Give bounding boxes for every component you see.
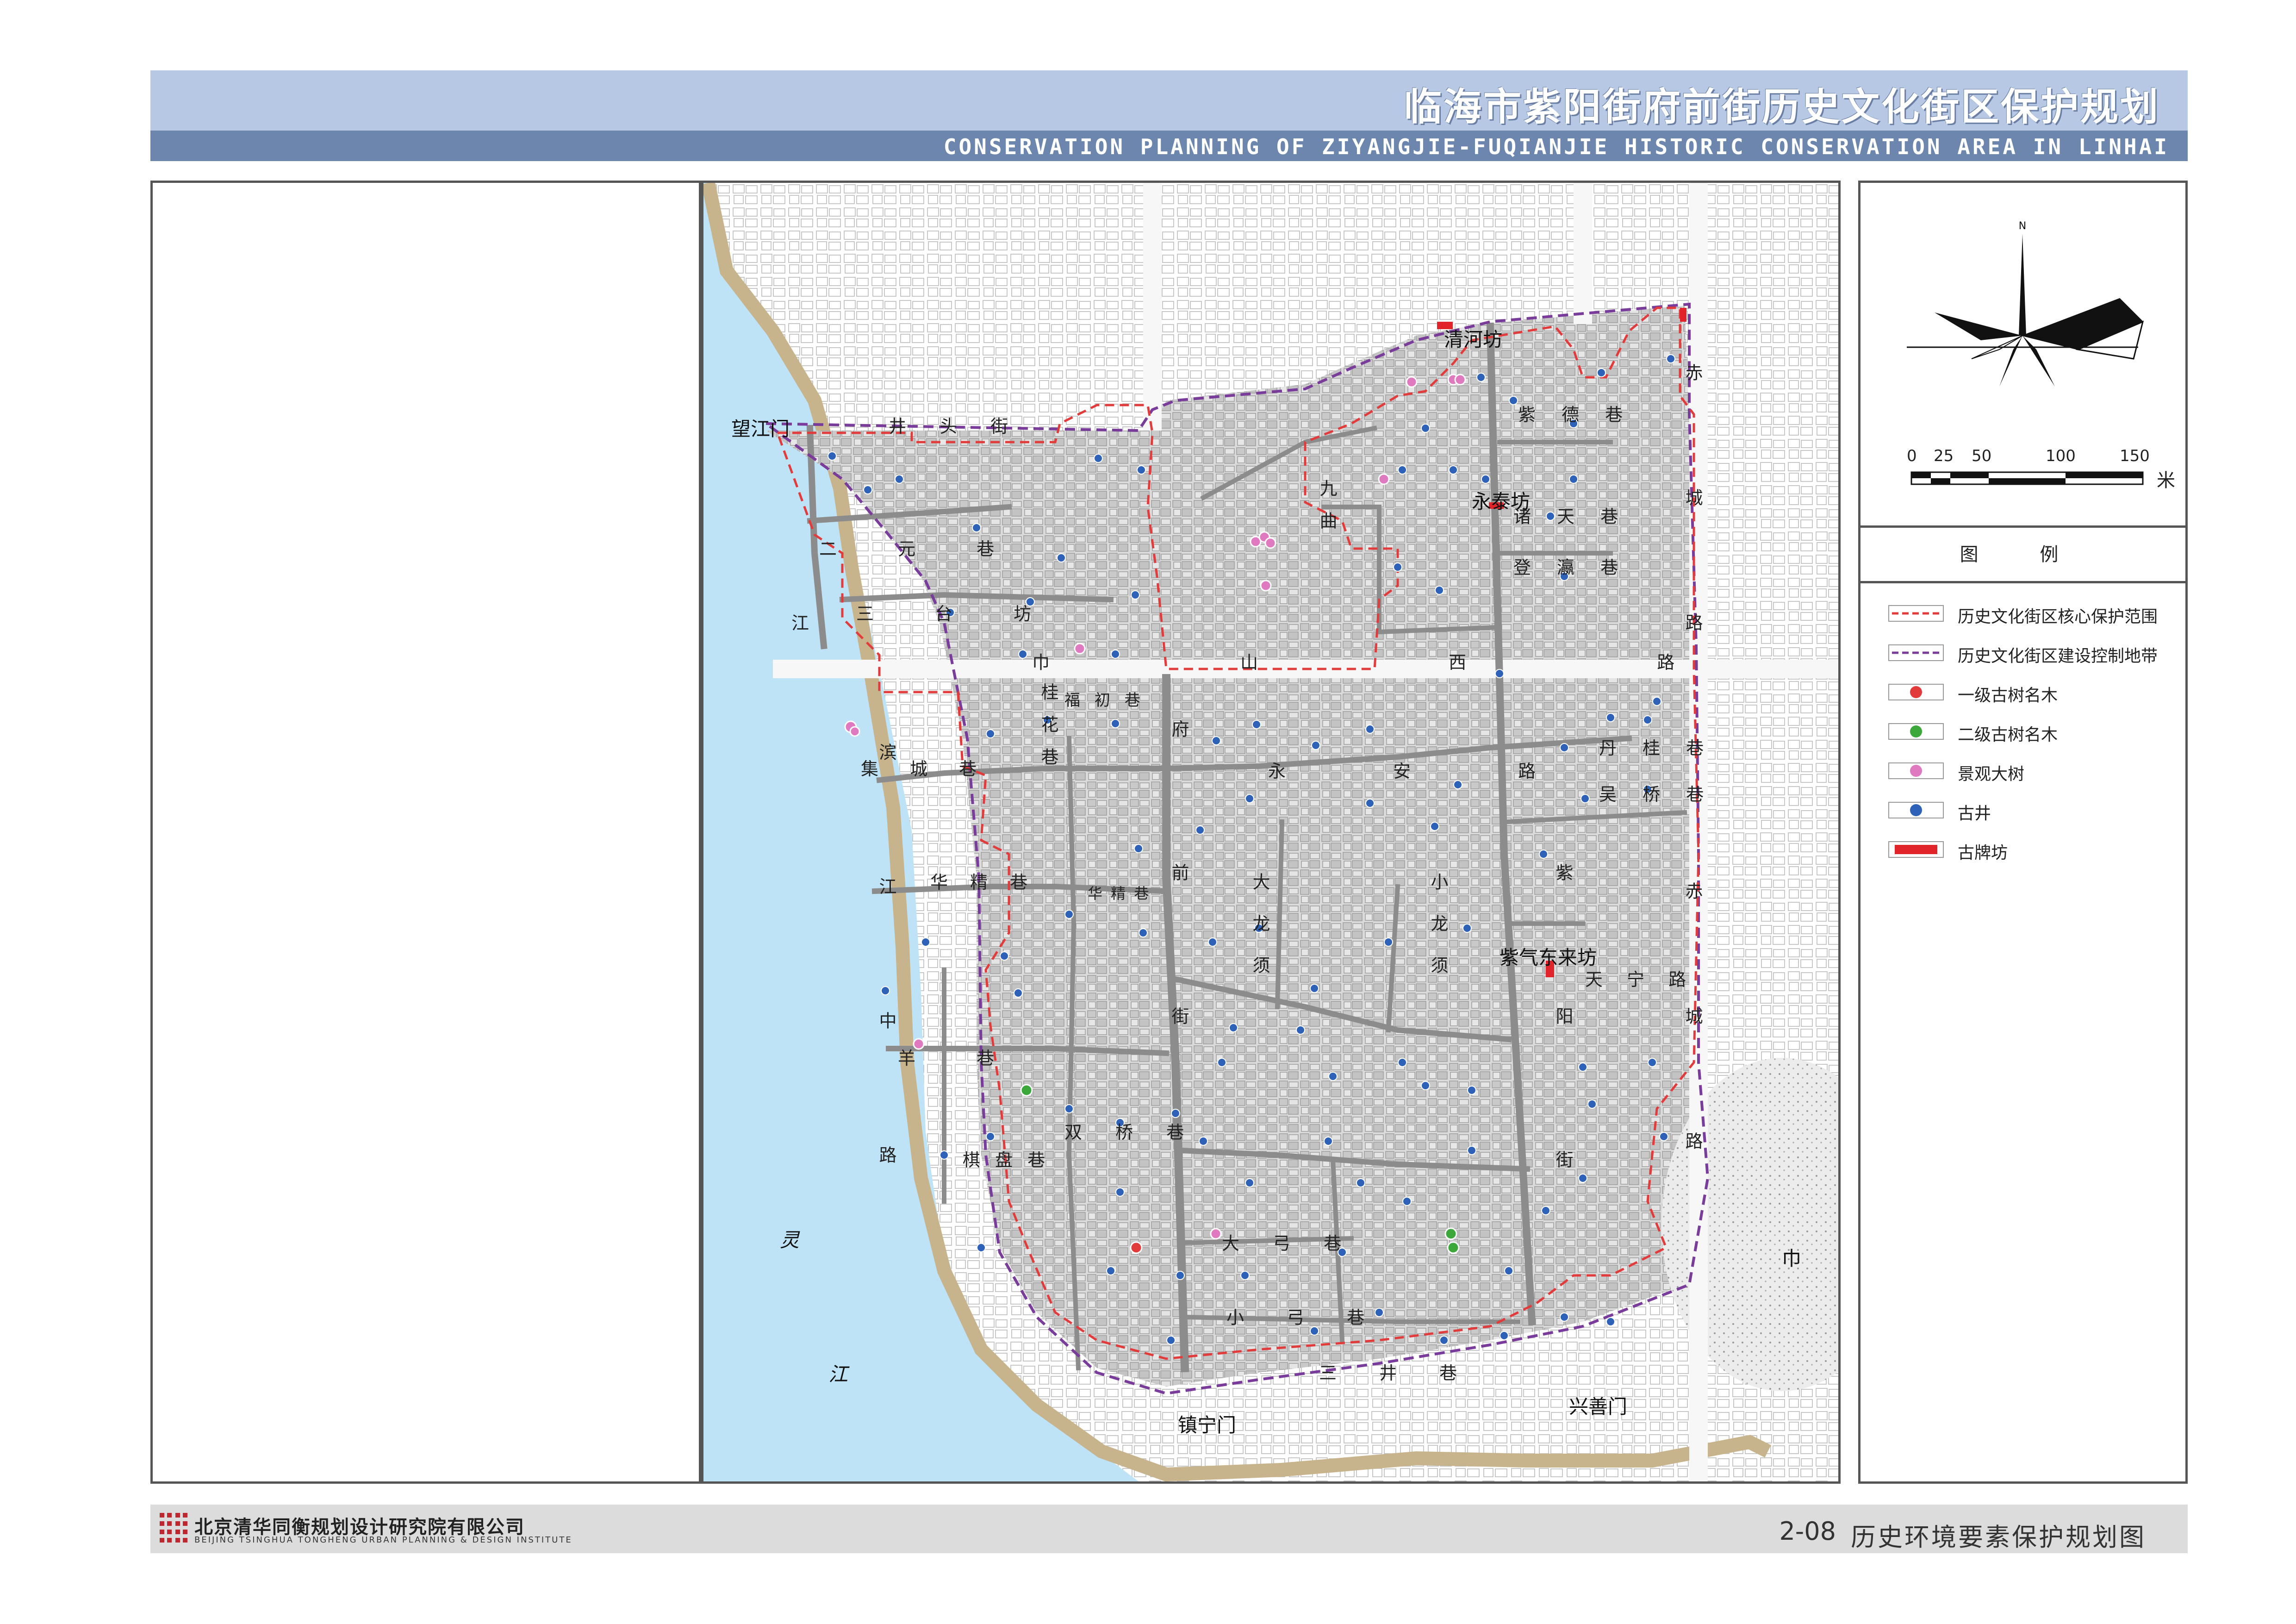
- label-zhutianxiang: 诸 天 巷: [1513, 506, 1629, 527]
- legend-swatch-blue-circle: [1888, 802, 1944, 818]
- label-xingshanmen: 兴善门: [1569, 1395, 1628, 1418]
- label-guihuaxiang: 桂 花 巷: [1038, 683, 1058, 770]
- label-danguixiang: 丹 桂 巷: [1599, 738, 1714, 758]
- label-wuqiaoxiang: 吴 桥 巷: [1599, 784, 1714, 805]
- label-binjiangzhonglu: 滨 江 中 路: [876, 743, 896, 1219]
- label-xiaolongxu: 小 龙 须: [1428, 873, 1448, 983]
- legend-label-landscape-tree: 景观大树: [1958, 765, 2025, 784]
- label-dalongxu: 大 龙 须: [1250, 873, 1270, 983]
- legend-item-ancient-well: 古井: [1888, 796, 2175, 824]
- legend-label-archway: 古牌坊: [1958, 843, 2008, 862]
- label-shuangqiaoxiang: 双 桥 巷: [1064, 1122, 1198, 1143]
- label-jiang: 江: [828, 1363, 848, 1386]
- scale-label-25: 25: [1934, 447, 1954, 465]
- legend-swatch-purple-dashed: [1888, 644, 1944, 661]
- legend-panel: N 0 25 50 100 150 米 图 例 历史文化街区核心保护范围 历史文…: [1858, 181, 2188, 1484]
- label-dagongxiang: 大 弓 巷: [1222, 1233, 1356, 1254]
- label-yonganlu: 永 安 路: [1268, 761, 1587, 781]
- legend-swatch-red-rect: [1888, 841, 1944, 858]
- subtitle-band: CONSERVATION PLANNING OF ZIYANGJIE-FUQIA…: [150, 131, 2188, 161]
- page-title: 临海市紫阳街府前街历史文化街区保护规划: [1403, 85, 2160, 129]
- legend-swatch-pink-circle: [1888, 762, 1944, 779]
- legend-label-second-class-tree: 二级古树名木: [1958, 725, 2058, 744]
- page-subtitle: CONSERVATION PLANNING OF ZIYANGJIE-FUQIA…: [943, 134, 2169, 159]
- scale-bar-graphic: [1910, 471, 2144, 485]
- sheet-number: 2-08: [1779, 1517, 1836, 1546]
- legend-swatch-red-circle: [1888, 684, 1944, 700]
- label-huajingxiang-west: 华 精 巷: [930, 872, 1036, 893]
- north-label: N: [2019, 220, 2026, 232]
- legend-swatch-red-dashed: [1888, 605, 1944, 622]
- scale-label-0: 0: [1907, 447, 1917, 465]
- legend-item-second-class-tree: 二级古树名木: [1888, 718, 2175, 745]
- label-eryuanxiang: 二 元 巷: [819, 539, 1022, 559]
- title-band: 临海市紫阳街府前街历史文化街区保护规划: [150, 70, 2188, 131]
- company-logo-icon: [160, 1513, 187, 1543]
- label-ziyangxiang: 紫 德 巷: [1518, 405, 1633, 425]
- label-zhenningmen: 镇宁门: [1178, 1414, 1237, 1437]
- legend-item-core-protection: 历史文化街区核心保护范围: [1888, 600, 2175, 627]
- label-xiaogongxiang: 小 弓 巷: [1226, 1307, 1383, 1328]
- label-ziqidonglaifang: 紫气东来坊: [1500, 946, 1597, 969]
- legend-item-archway: 古牌坊: [1888, 836, 2175, 863]
- label-ziyangjie: 紫 阳 街: [1553, 863, 1573, 1229]
- legend-item-construction-control: 历史文化街区建设控制地带: [1888, 639, 2175, 667]
- footer-band: 北京清华同衡规划设计研究院有限公司 BEIJING TSINGHUA TONGH…: [150, 1505, 2188, 1553]
- label-wangjiangmen: 望江门: [731, 418, 790, 440]
- legend-item-landscape-tree: 景观大树: [1888, 757, 2175, 785]
- legend-label-first-class-tree: 一级古树名木: [1958, 686, 2058, 705]
- first-class-trees: [1130, 1241, 1143, 1254]
- label-jiang-left: 江: [791, 613, 809, 633]
- label-ling: 灵: [780, 1229, 800, 1251]
- sheet-title: 历史环境要素保护规划图: [1851, 1523, 2146, 1552]
- scale-label-100: 100: [2046, 447, 2076, 465]
- legend-label-construction-control: 历史文化街区建设控制地带: [1958, 647, 2158, 666]
- label-qipanxiang: 棋 盘 巷: [963, 1150, 1050, 1170]
- legend-divider-top: [1860, 525, 2185, 528]
- label-qinghefang: 清河坊: [1444, 328, 1503, 351]
- legend-label-ancient-well: 古井: [1958, 804, 1991, 823]
- map-panel[interactable]: 望江门 清河坊 永泰坊 紫气东来坊 镇宁门 兴善门 巾 山 灵 江 江 井 头 …: [701, 181, 1841, 1484]
- legend-divider-bottom: [1860, 581, 2185, 583]
- company-name-en: BEIJING TSINGHUA TONGHENG URBAN PLANNING…: [194, 1535, 572, 1545]
- label-santaifang: 三 台 坊: [856, 604, 1059, 624]
- label-dengyingxiang: 登 瀛 巷: [1513, 557, 1629, 578]
- label-jinshan: 巾 山: [1782, 1247, 1838, 1270]
- label-jingtoujie: 井 头 街: [889, 416, 1022, 437]
- label-jinshanxilu: 巾 山 西 路: [1032, 652, 1767, 673]
- label-fuchuxiang: 福 初 巷: [1064, 691, 1145, 710]
- scale-label-150: 150: [2120, 447, 2150, 465]
- legend-title: 图 例: [1960, 544, 2086, 565]
- label-jiuqu: 九 曲: [1317, 479, 1337, 534]
- compass-rose: N: [1907, 220, 2144, 387]
- label-yangxiang: 羊 巷: [898, 1048, 1022, 1068]
- scale-label-50: 50: [1972, 447, 1992, 465]
- legend-item-first-class-tree: 一级古树名木: [1888, 678, 2175, 706]
- legend-label-core-protection: 历史文化街区核心保护范围: [1958, 607, 2158, 626]
- label-sanjingxiang: 三 井 巷: [1319, 1363, 1476, 1383]
- label-fuqianjie: 府 前 街: [1169, 720, 1189, 1085]
- label-chichenglu-south: 赤 城 路: [1682, 882, 1703, 1201]
- archway-north: [1680, 308, 1686, 322]
- label-tianninglu: 天 宁 路: [1585, 969, 1696, 990]
- blank-side-panel: [150, 181, 701, 1484]
- label-chichenglu-north: 赤 城 路: [1682, 363, 1703, 682]
- legend-swatch-green-circle: [1888, 723, 1944, 740]
- label-huajingxiang-east: 华 精 巷: [1088, 885, 1151, 902]
